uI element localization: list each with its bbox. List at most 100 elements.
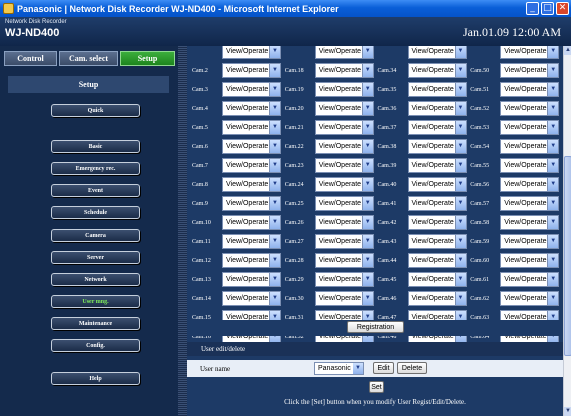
maximize-icon[interactable]: □	[541, 2, 554, 15]
camera-permission-select[interactable]: View/Operate ▼	[407, 234, 467, 249]
camera-permission-select[interactable]: View/Operate ▼	[500, 120, 560, 135]
camera-permission-select[interactable]: View/Operate ▼	[407, 272, 467, 287]
nav-network[interactable]: Network	[51, 273, 140, 286]
nav-user-mng[interactable]: User mng.	[51, 295, 140, 308]
permission-select-value: View/Operate	[226, 48, 269, 55]
camera-permission-select[interactable]: View/Operate ▼	[500, 139, 560, 154]
camera-permission-select[interactable]: View/Operate ▼	[222, 46, 281, 59]
camera-permission-select[interactable]: View/Operate ▼	[500, 253, 560, 268]
camera-permission-select[interactable]: View/Operate ▼	[222, 177, 281, 192]
camera-permission-select[interactable]: View/Operate ▼	[407, 120, 467, 135]
tab-setup[interactable]: Setup	[120, 51, 175, 66]
camera-permission-select[interactable]: View/Operate ▼	[500, 82, 560, 97]
camera-permission-select[interactable]: View/Operate ▼	[222, 253, 281, 268]
tab-cam-select[interactable]: Cam. select	[59, 51, 118, 66]
camera-permission-select[interactable]: View/Operate ▼	[314, 234, 374, 249]
nav-camera[interactable]: Camera	[51, 229, 140, 242]
camera-permission-select[interactable]: View/Operate ▼	[314, 139, 374, 154]
camera-permission-select[interactable]: View/Operate ▼	[314, 158, 374, 173]
camera-permission-select[interactable]: View/Operate ▼	[222, 272, 281, 287]
camera-permission-select[interactable]: View/Operate ▼	[407, 177, 467, 192]
camera-permission-cell: Cam.52 View/Operate ▼	[468, 100, 561, 117]
chevron-down-icon: ▼	[361, 273, 373, 286]
camera-permission-select[interactable]: View/Operate ▼	[407, 158, 467, 173]
chevron-down-icon: ▼	[361, 254, 373, 267]
chevron-down-icon: ▼	[269, 140, 280, 153]
nav-event[interactable]: Event	[51, 184, 140, 197]
edit-button[interactable]: Edit	[373, 362, 394, 374]
camera-permission-select[interactable]: View/Operate ▼	[500, 196, 560, 211]
camera-label: Cam.13	[192, 276, 211, 283]
camera-permission-select[interactable]: View/Operate ▼	[314, 101, 374, 116]
minimize-icon[interactable]: _	[526, 2, 539, 15]
camera-permission-select[interactable]: View/Operate ▼	[407, 101, 467, 116]
camera-permission-select[interactable]: View/Operate ▼	[222, 234, 281, 249]
chevron-down-icon: ▼	[454, 159, 466, 172]
camera-permission-select[interactable]: View/Operate ▼	[407, 291, 467, 306]
camera-permission-select[interactable]: View/Operate ▼	[222, 139, 281, 154]
vertical-scrollbar[interactable]: ▲ ▼	[563, 46, 571, 416]
camera-permission-cell: Cam.46 View/Operate ▼	[376, 290, 469, 307]
nav-basic[interactable]: Basic	[51, 140, 140, 153]
nav-schedule[interactable]: Schedule	[51, 206, 140, 219]
camera-permission-select[interactable]: View/Operate ▼	[500, 46, 560, 59]
permission-row: Cam.8 View/Operate ▼ Cam.24 View/Operate ▼ Cam…	[190, 176, 561, 193]
camera-permission-select[interactable]: View/Operate ▼	[314, 253, 374, 268]
camera-permission-select[interactable]: View/Operate ▼	[500, 101, 560, 116]
camera-permission-select[interactable]: View/Operate ▼	[407, 253, 467, 268]
camera-permission-select[interactable]: View/Operate ▼	[222, 215, 281, 230]
user-name-select[interactable]: Panasonic ▼	[314, 362, 364, 375]
nav-server[interactable]: Server	[51, 251, 140, 264]
nav-emergency-rec[interactable]: Emergency rec.	[51, 162, 140, 175]
camera-permission-select[interactable]: View/Operate ▼	[222, 158, 281, 173]
camera-permission-select[interactable]: View/Operate ▼	[314, 196, 374, 211]
camera-permission-cell: Cam.7 View/Operate ▼	[190, 157, 283, 174]
camera-permission-select[interactable]: View/Operate ▼	[407, 63, 467, 78]
tab-control[interactable]: Control	[4, 51, 57, 66]
camera-permission-select[interactable]: View/Operate ▼	[314, 177, 374, 192]
scroll-up-icon[interactable]: ▲	[564, 46, 571, 55]
camera-permission-select[interactable]: View/Operate ▼	[407, 82, 467, 97]
camera-permission-select[interactable]: View/Operate ▼	[222, 63, 281, 78]
camera-permission-select[interactable]: View/Operate ▼	[314, 82, 374, 97]
camera-permission-select[interactable]: View/Operate ▼	[500, 234, 560, 249]
camera-permission-select[interactable]: View/Operate ▼	[314, 215, 374, 230]
camera-label: Cam.45	[377, 276, 397, 283]
set-instruction-note: Click the [Set] button when you modify U…	[284, 398, 466, 406]
nav-help[interactable]: Help	[51, 372, 140, 385]
scroll-down-icon[interactable]: ▼	[564, 407, 571, 416]
camera-permission-select[interactable]: View/Operate ▼	[314, 272, 374, 287]
camera-permission-select[interactable]: View/Operate ▼	[222, 291, 281, 306]
camera-permission-select[interactable]: View/Operate ▼	[500, 158, 560, 173]
camera-permission-select[interactable]: View/Operate ▼	[222, 82, 281, 97]
camera-permission-select[interactable]: View/Operate ▼	[314, 63, 374, 78]
camera-permission-select[interactable]: View/Operate ▼	[500, 215, 560, 230]
scroll-thumb[interactable]	[564, 156, 571, 356]
camera-permission-select[interactable]: View/Operate ▼	[407, 196, 467, 211]
close-icon[interactable]: ✕	[556, 2, 569, 15]
nav-maintenance[interactable]: Maintenance	[51, 317, 140, 330]
set-button[interactable]: Set	[369, 381, 384, 393]
camera-permission-select[interactable]: View/Operate ▼	[222, 120, 281, 135]
permission-row: View/Operate ▼ View/Operate ▼ View/Operate ▼ V…	[190, 46, 561, 60]
camera-permission-select[interactable]: View/Operate ▼	[407, 139, 467, 154]
permission-select-value: View/Operate	[318, 124, 362, 131]
nav-config[interactable]: Config.	[51, 339, 140, 352]
chevron-down-icon: ▼	[269, 83, 280, 96]
camera-permission-cell: Cam.23 View/Operate ▼	[283, 157, 376, 174]
camera-permission-select[interactable]: View/Operate ▼	[222, 101, 281, 116]
camera-permission-select[interactable]: View/Operate ▼	[314, 120, 374, 135]
camera-permission-select[interactable]: View/Operate ▼	[314, 46, 374, 59]
delete-button[interactable]: Delete	[397, 362, 427, 374]
camera-permission-select[interactable]: View/Operate ▼	[500, 272, 560, 287]
registration-button[interactable]: Registration	[347, 321, 404, 333]
camera-permission-select[interactable]: View/Operate ▼	[407, 46, 467, 59]
nav-quick[interactable]: Quick	[51, 104, 140, 117]
permission-row: Cam.9 View/Operate ▼ Cam.25 View/Operate ▼ Cam…	[190, 195, 561, 212]
camera-permission-select[interactable]: View/Operate ▼	[500, 291, 560, 306]
camera-permission-select[interactable]: View/Operate ▼	[222, 196, 281, 211]
camera-permission-select[interactable]: View/Operate ▼	[314, 291, 374, 306]
camera-permission-select[interactable]: View/Operate ▼	[407, 215, 467, 230]
camera-permission-select[interactable]: View/Operate ▼	[500, 63, 560, 78]
camera-permission-select[interactable]: View/Operate ▼	[500, 177, 560, 192]
